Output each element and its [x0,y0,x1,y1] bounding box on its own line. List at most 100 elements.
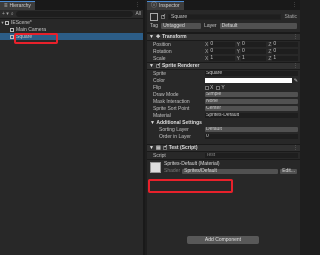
draw-mode-label: Draw Mode [153,91,179,98]
mask-interaction-dropdown[interactable]: None [205,99,298,104]
tag-label: Tag [150,23,159,29]
script-label: Script [153,152,166,159]
inspector-lock-icon[interactable]: ⋮ [289,2,300,8]
component-menu-icon[interactable]: ⋮ [293,63,298,69]
flip-y-checkbox[interactable] [216,85,221,90]
gameobject-icon [150,12,158,21]
unity-scene-icon [5,20,9,25]
sort-point-dropdown[interactable]: Center [205,106,298,111]
rotation-z-field[interactable]: 0 [272,49,299,54]
scene-name: IEScene* [11,19,32,26]
flip-x-checkbox[interactable] [205,85,209,90]
sprite-renderer-title: Sprite Renderer [161,63,200,69]
list-item-label: Square [16,33,33,40]
hierarchy-tab-label: Hierarchy [9,3,31,9]
inspector-tabbar: ⓘ Inspector ⋮ [147,0,300,10]
transform-icon: ✥ [155,34,161,40]
component-menu-icon[interactable]: ⋮ [293,145,298,151]
mask-interaction-label: Mask Interaction [153,98,190,105]
active-checkbox[interactable] [161,13,166,19]
shader-label: Shader [164,168,181,174]
search-filter-all[interactable]: All [135,11,141,17]
enabled-checkbox[interactable] [155,62,161,68]
rotation-row: Rotation X0 Y0 Z0 [147,48,300,55]
sorting-layer-row: Sorting Layer Default [147,126,300,133]
list-item[interactable]: Main Camera [0,26,143,33]
rotation-label: Rotation [153,48,172,55]
position-x-field[interactable]: 0 [209,42,235,47]
shader-dropdown[interactable]: Sprites/Default [182,168,279,174]
position-y-field[interactable]: 0 [241,42,267,47]
sort-point-row: Sprite Sort Point Center [147,105,300,112]
script-icon: ▤ [155,145,161,151]
search-icon: ⌕ [10,11,14,17]
script-row: Script Test [147,152,300,159]
material-section: Sprites-Default (Material) Shader Sprite… [147,159,300,175]
static-toggle[interactable]: Static [284,14,297,20]
inspector-tab-label: Inspector [159,3,180,9]
list-item-label: Main Camera [16,26,47,33]
hierarchy-search-input[interactable] [15,11,134,17]
collapse-arrow-icon: ▼ [149,34,154,40]
draw-mode-dropdown[interactable]: Simple [205,92,298,97]
transform-rows: Position X0 Y0 Z0 Rotation X0 Y0 Z0 Scal… [147,41,300,62]
scale-y-field[interactable]: 1 [241,56,267,61]
test-script-header[interactable]: ▼ ▤ Test (Script) ⋮ [147,144,300,152]
sprite-field[interactable]: Square [205,71,298,76]
rotation-y-field[interactable]: 0 [241,49,267,54]
hierarchy-toolbar: + ▾ ⌕ All [0,10,143,19]
edit-shader-button[interactable]: Edit... [280,168,297,174]
tab-hierarchy[interactable]: ≡ Hierarchy [0,1,35,10]
gameobject-icon [10,34,14,39]
hierarchy-tabbar: ≡ Hierarchy ⋮ [0,0,143,10]
draw-mode-row: Draw Mode Simple [147,91,300,98]
collapse-arrow-icon: ▼ [149,145,154,151]
position-z-field[interactable]: 0 [272,42,299,47]
scene-row[interactable]: ▼ IEScene* [0,19,143,26]
sorting-layer-dropdown[interactable]: Default [205,127,298,132]
flip-y-label: Y [221,84,225,91]
flip-x-label: X [210,84,214,91]
order-in-layer-field[interactable]: 0 [205,134,298,139]
material-thumbnail [150,162,161,173]
object-name-field[interactable]: Square [168,13,282,20]
add-object-button[interactable]: + ▾ [2,11,9,17]
color-swatch[interactable] [205,78,292,83]
material-field[interactable]: Sprites-Default [205,113,298,118]
sort-point-label: Sprite Sort Point [153,105,190,112]
layer-dropdown[interactable]: Default [219,23,297,29]
script-field: Test [205,153,298,158]
order-in-layer-row: Order in Layer 0 [147,133,300,140]
add-component-button[interactable]: Add Component [187,236,259,244]
material-label: Material [153,112,171,119]
test-script-title: Test (Script) [168,145,198,151]
hierarchy-menu-icon[interactable]: ⋮ [132,2,143,8]
eyedropper-icon[interactable]: ✎ [294,78,298,84]
info-icon: ⓘ [151,3,158,9]
transform-header[interactable]: ▼ ✥ Transform ⋮ [147,33,300,41]
sprite-label: Sprite [153,70,167,77]
position-row: Position X0 Y0 Z0 [147,41,300,48]
mask-interaction-row: Mask Interaction None [147,98,300,105]
sprite-renderer-header[interactable]: ▼ Sprite Renderer ⋮ [147,62,300,70]
rotation-x-field[interactable]: 0 [209,49,235,54]
tag-dropdown[interactable]: Untagged [161,23,202,29]
scale-row: Scale X1 Y1 Z1 [147,55,300,62]
component-menu-icon[interactable]: ⋮ [293,34,298,40]
object-header: Square Static Tag Untagged Layer Default [147,10,300,33]
transform-title: Transform [162,34,187,40]
color-label: Color [153,77,165,84]
flip-label: Flip [153,84,162,91]
list-item-selected[interactable]: Square [0,33,143,40]
layer-label: Layer [204,23,217,29]
scale-label: Scale [153,55,166,62]
position-label: Position [153,41,171,48]
additional-settings-foldout[interactable]: ▼ Additional Settings [147,119,300,126]
order-in-layer-label: Order in Layer [159,133,191,140]
scale-x-field[interactable]: 1 [209,56,235,61]
scale-z-field[interactable]: 1 [272,56,299,61]
tab-inspector[interactable]: ⓘ Inspector [147,1,184,10]
collapse-arrow-icon: ▼ [149,63,154,69]
material-row: Material Sprites-Default [147,112,300,119]
enabled-checkbox[interactable] [162,144,168,150]
